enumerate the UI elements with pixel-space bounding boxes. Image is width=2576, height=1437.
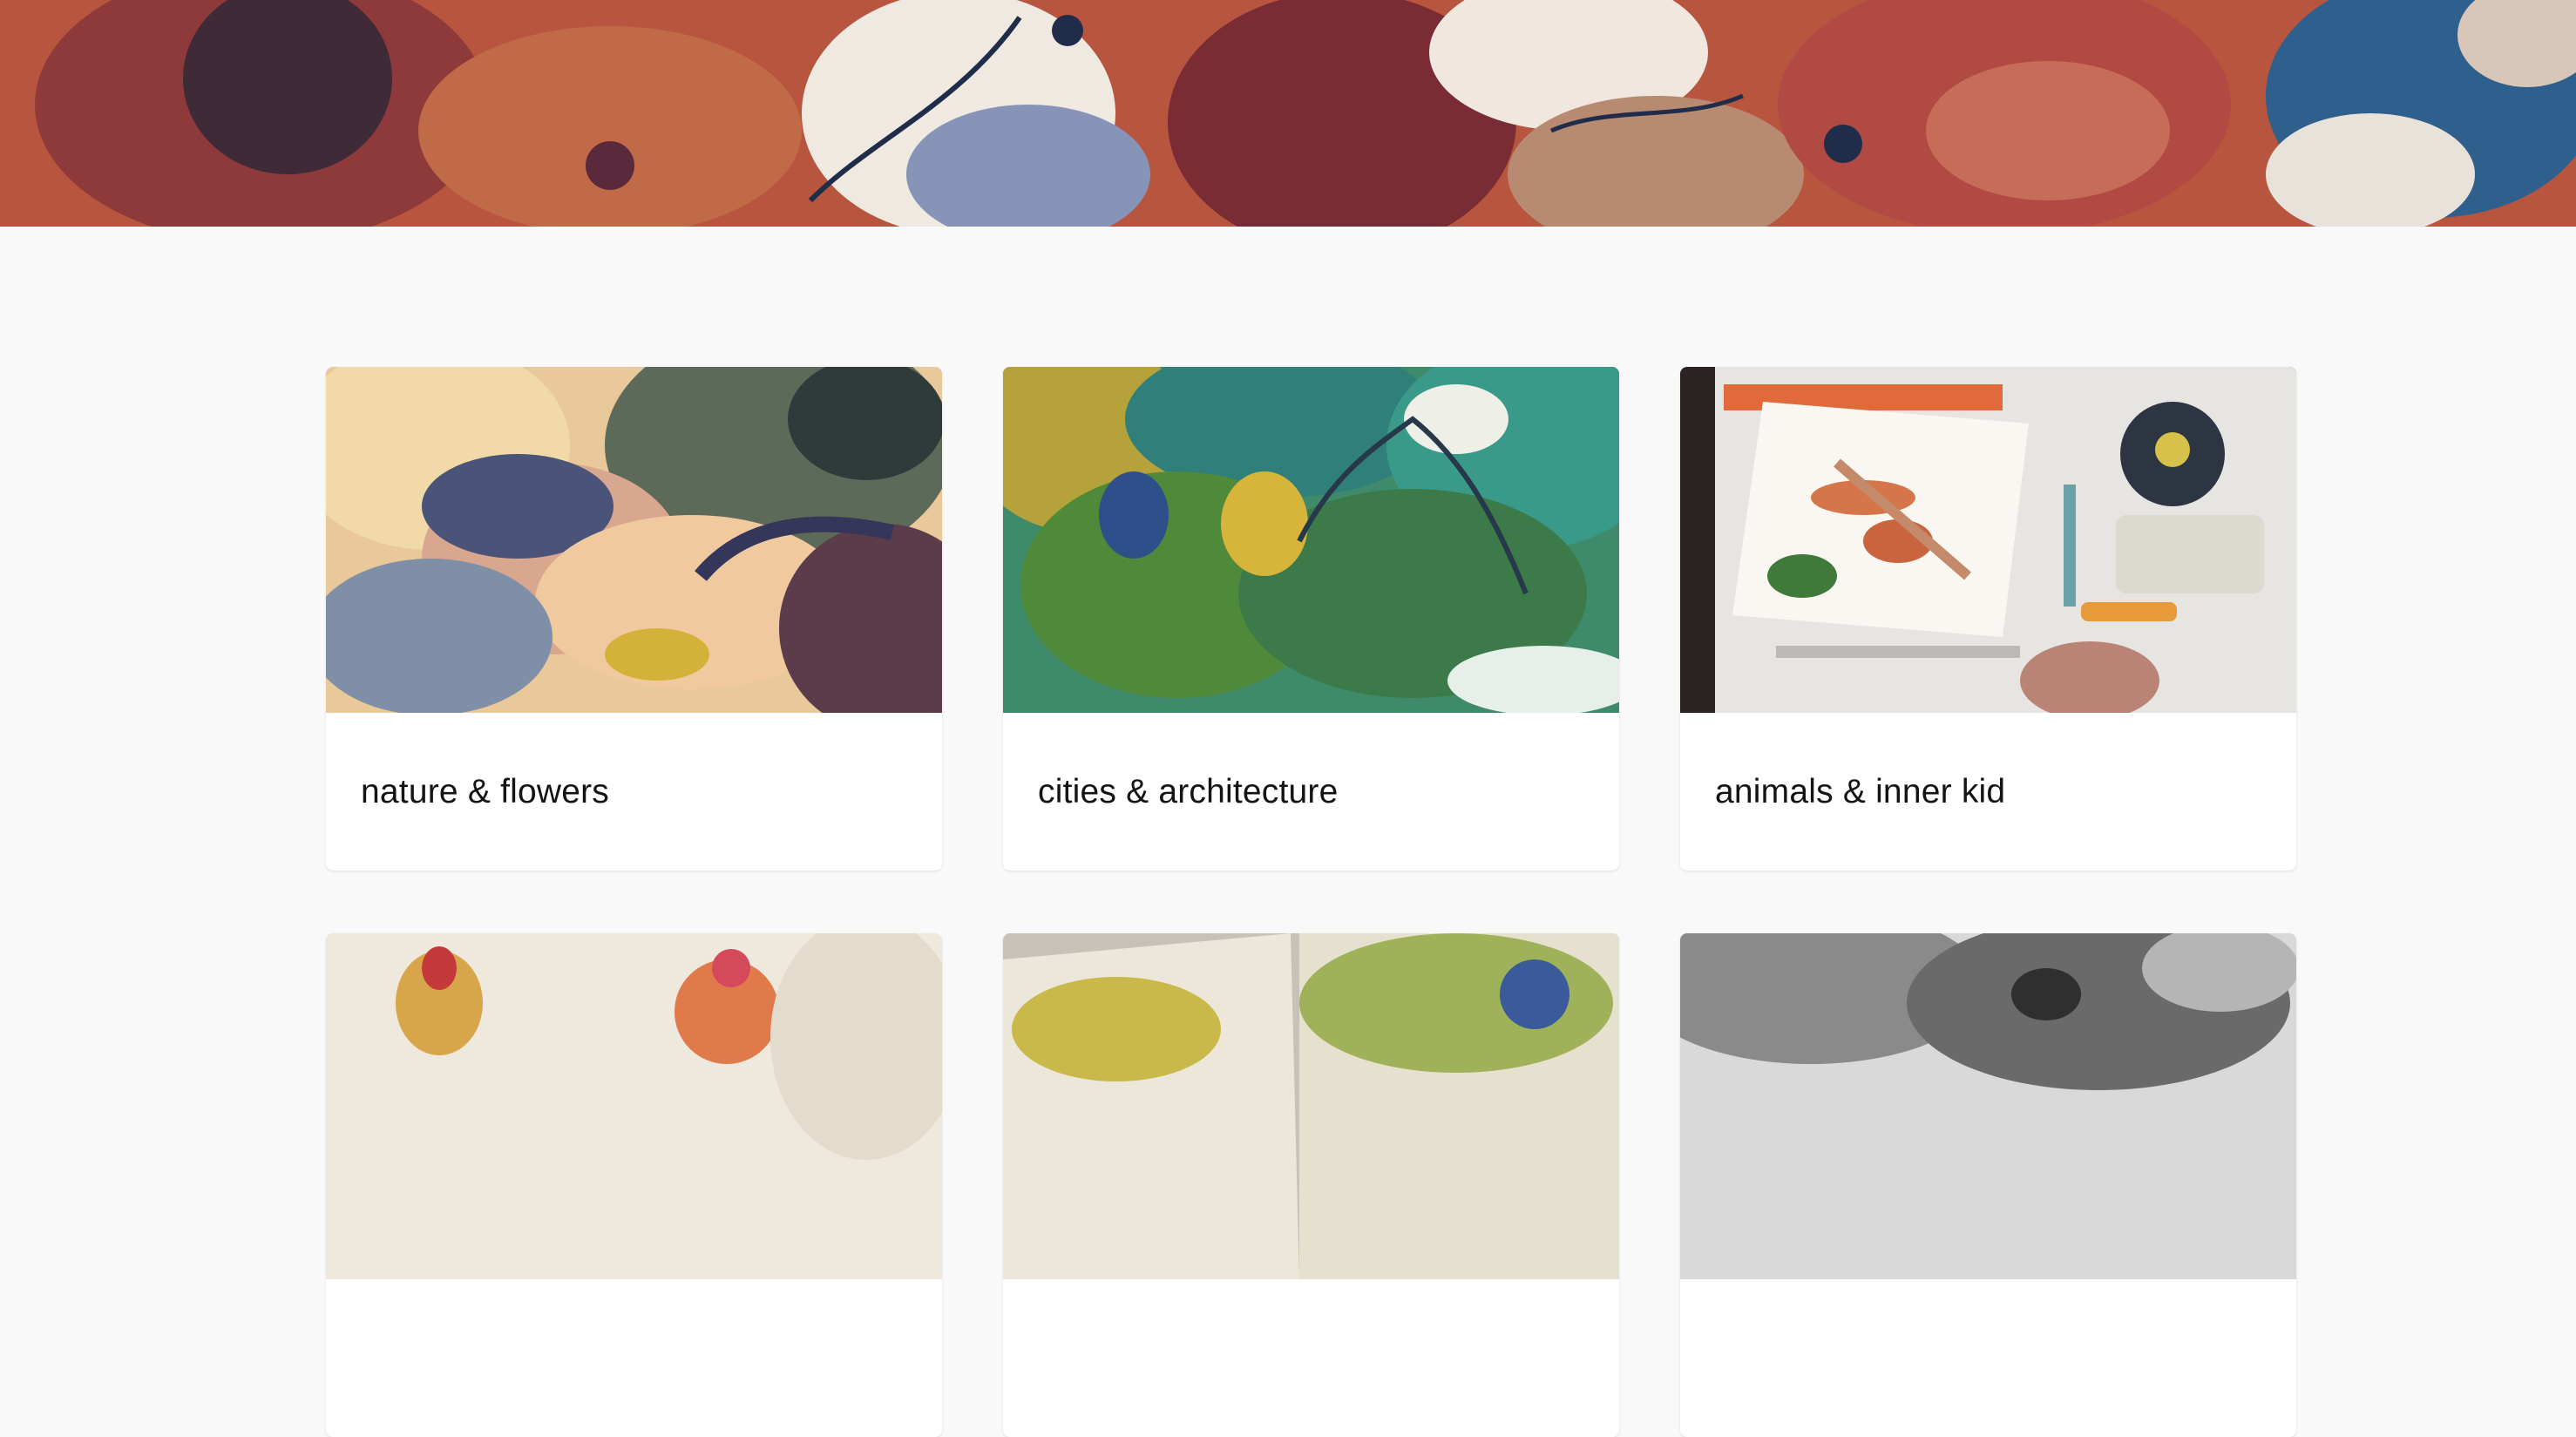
category-card-cities-architecture[interactable]: cities & architecture [1003,367,1619,871]
category-card-nature-flowers[interactable]: nature & flowers [326,367,942,871]
card-image-nature-flowers[interactable] [326,367,942,713]
card-image-animals-inner-kid[interactable] [1680,367,2296,713]
sketchbook-pages-image [1003,933,1619,1279]
card-body: cities & architecture [1003,713,1619,871]
card-body: nature & flowers [326,713,942,871]
hero-banner [0,0,2576,227]
card-body [1680,1279,2296,1437]
card-image-6[interactable] [1680,933,2296,1279]
category-card-6[interactable] [1680,933,2296,1437]
card-body [326,1279,942,1437]
card-title-animals-inner-kid[interactable]: animals & inner kid [1715,773,2005,811]
card-title-nature-flowers[interactable]: nature & flowers [361,773,609,811]
category-card-4[interactable] [326,933,942,1437]
card-image-5[interactable] [1003,933,1619,1279]
card-body: animals & inner kid [1680,713,2296,871]
card-image-cities-architecture[interactable] [1003,367,1619,713]
watercolor-city-image [1003,367,1619,713]
category-card-animals-inner-kid[interactable]: animals & inner kid [1680,367,2296,871]
category-card-5[interactable] [1003,933,1619,1437]
fox-painting-desk-image [1680,367,2296,713]
watercolor-flower-image [326,367,942,713]
card-body [1003,1279,1619,1437]
watercolor-roosters-image [326,933,942,1279]
card-title-cities-architecture[interactable]: cities & architecture [1038,773,1339,811]
category-grid: nature & flowers cities & architecture a… [326,367,2296,1437]
hero-watercolor-image [0,0,2576,227]
card-image-4[interactable] [326,933,942,1279]
charcoal-texture-image [1680,933,2296,1279]
